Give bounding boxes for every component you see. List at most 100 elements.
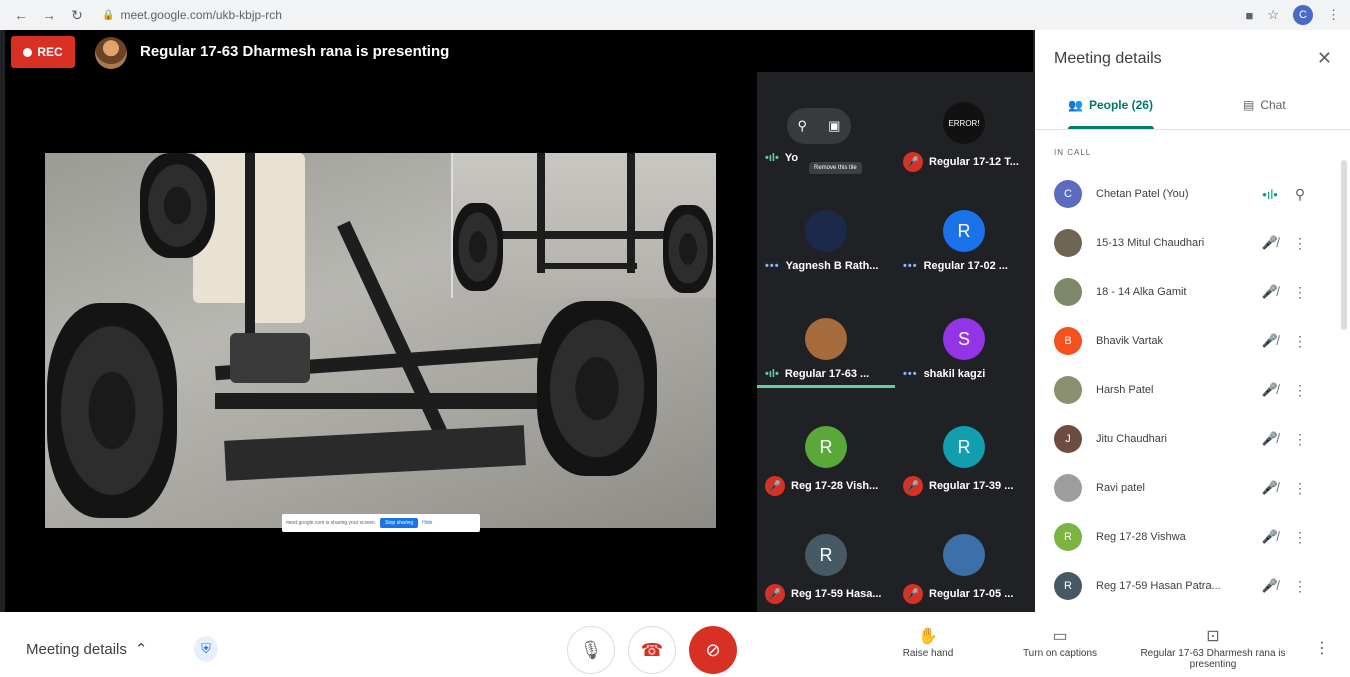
shield-icon[interactable]: ⛨ [194, 636, 218, 662]
audio-dots-icon: ••• [765, 260, 780, 272]
presenting-label: Regular 17-63 Dharmesh rana is presentin… [1140, 648, 1286, 670]
captions-button[interactable]: ▭ Turn on captions [1010, 626, 1110, 659]
mic-off-icon[interactable]: 🎤̸ [1250, 529, 1290, 545]
back-icon[interactable]: ← [10, 4, 32, 26]
mic-off-icon: 🎤 [765, 476, 785, 496]
more-vert-icon[interactable]: ⋮ [1290, 382, 1310, 399]
participant-name: Reg 17-28 Vishwa [1096, 531, 1186, 543]
participant-tile[interactable]: ERROR! 🎤 Regular 17-12 T... [895, 72, 1033, 180]
participant-row[interactable]: C Chetan Patel (You) •ıl• ⚲ [1054, 176, 1334, 212]
camera-indicator-icon[interactable]: ■ [1245, 8, 1253, 23]
chevron-up-icon: ⌃ [134, 641, 148, 658]
participant-tile[interactable]: 🎤 Regular 17-05 ... [895, 504, 1033, 612]
more-vert-icon[interactable]: ⋮ [1290, 529, 1310, 546]
participant-row[interactable]: 15-13 Mitul Chaudhari 🎤̸ ⋮ [1054, 225, 1334, 261]
tile-avatar [805, 318, 847, 360]
hide-banner-button[interactable]: Hide [422, 520, 432, 526]
audio-dots-icon: ••• [903, 368, 918, 380]
leave-call-button[interactable]: ☎ [628, 626, 676, 674]
participant-name: Ravi patel [1096, 482, 1145, 494]
video-tire-back [140, 153, 215, 258]
tile-label: 🎤 Regular 17-39 ... [903, 476, 1029, 496]
mic-off-icon[interactable]: 🎤̸ [1250, 578, 1290, 594]
chat-icon: ▤ [1243, 98, 1255, 112]
pin-icon[interactable]: ⚲ [798, 118, 808, 134]
tile-label: 🎤 Reg 17-59 Hasa... [765, 584, 891, 604]
mic-off-icon: 🎤 [903, 584, 923, 604]
mic-off-icon[interactable]: 🎤̸ [1250, 480, 1290, 496]
presenting-button[interactable]: ⊡ Regular 17-63 Dharmesh rana is present… [1133, 626, 1293, 670]
participant-tile[interactable]: R 🎤 Regular 17-39 ... [895, 396, 1033, 504]
raise-hand-button[interactable]: ✋ Raise hand [888, 626, 968, 659]
participant-row[interactable]: J Jitu Chaudhari 🎤̸ ⋮ [1054, 421, 1334, 457]
presenter-avatar [95, 37, 127, 69]
participant-row[interactable]: R Reg 17-28 Vishwa 🎤̸ ⋮ [1054, 519, 1334, 555]
tile-avatar: R [805, 534, 847, 576]
forward-icon[interactable]: → [38, 4, 60, 26]
reload-icon[interactable]: ↻ [66, 4, 88, 26]
stop-sharing-button[interactable]: Stop sharing [380, 518, 419, 528]
star-icon[interactable]: ☆ [1267, 7, 1279, 23]
meeting-details-button[interactable]: Meeting details ⌃ [26, 640, 148, 659]
participant-avatar: R [1054, 523, 1082, 551]
meeting-details-label: Meeting details [26, 640, 127, 658]
participant-tile[interactable]: ⚲ ▣ Remove this tile •ıl• Yo [757, 72, 895, 180]
mic-off-icon[interactable]: 🎤̸ [1250, 333, 1290, 349]
participant-row[interactable]: Ravi patel 🎤̸ ⋮ [1054, 470, 1334, 506]
participant-tile[interactable]: ••• Yagnesh B Rath... [757, 180, 895, 288]
participant-tile[interactable]: R 🎤 Reg 17-59 Hasa... [757, 504, 895, 612]
more-vert-icon[interactable]: ⋮ [1290, 480, 1310, 497]
more-vert-icon[interactable]: ⋮ [1290, 235, 1310, 252]
mic-off-icon[interactable]: 🎤̸ [1250, 382, 1290, 398]
tile-name: Regular 17-02 ... [923, 260, 1008, 272]
participant-row[interactable]: B Bhavik Vartak 🎤̸ ⋮ [1054, 323, 1334, 359]
more-vert-icon[interactable]: ⋮ [1290, 431, 1310, 448]
tab-chat[interactable]: ▤ Chat [1243, 98, 1286, 112]
tab-people[interactable]: 👥 People (26) [1068, 98, 1153, 112]
participant-avatar [1054, 278, 1082, 306]
panel-title: Meeting details [1054, 50, 1162, 67]
participant-avatar [1054, 229, 1082, 257]
participant-tile[interactable]: R 🎤 Reg 17-28 Vish... [757, 396, 895, 504]
tile-label: •ıl• Regular 17-63 ... [765, 368, 891, 380]
participant-row[interactable]: Harsh Patel 🎤̸ ⋮ [1054, 372, 1334, 408]
tab-people-label: People (26) [1088, 98, 1153, 112]
mic-off-icon[interactable]: 🎤̸ [1250, 284, 1290, 300]
tile-hover-controls: ⚲ ▣ [787, 108, 851, 144]
tab-chat-label: Chat [1260, 98, 1286, 112]
camera-off-button[interactable]: ⊘ [689, 626, 737, 674]
more-vert-icon[interactable]: ⋮ [1290, 284, 1310, 301]
participant-tile[interactable]: •ıl• Regular 17-63 ... [757, 288, 895, 396]
more-vert-icon[interactable]: ⋮ [1290, 578, 1310, 595]
remove-tile-icon[interactable]: ▣ [828, 118, 840, 134]
participant-row[interactable]: R Reg 17-59 Hasan Patra... 🎤̸ ⋮ [1054, 568, 1334, 604]
participant-row[interactable]: 18 - 14 Alka Gamit 🎤̸ ⋮ [1054, 274, 1334, 310]
participant-name: Jitu Chaudhari [1096, 433, 1167, 445]
hang-up-icon: ☎ [640, 639, 664, 660]
call-controls-bar: Meeting details ⌃ ⛨ 🎙 ☎ ⊘ ✋ Raise hand ▭… [0, 612, 1350, 677]
mic-off-icon: 🎤 [903, 152, 923, 172]
pip-tire-left [453, 203, 503, 291]
participant-name: 15-13 Mitul Chaudhari [1096, 237, 1205, 249]
mic-off-icon[interactable]: 🎤̸ [1250, 235, 1290, 251]
profile-avatar[interactable]: C [1293, 5, 1313, 25]
pip-video [451, 153, 716, 298]
panel-scrollbar[interactable] [1341, 160, 1347, 330]
pin-icon[interactable]: ⚲ [1290, 186, 1310, 203]
close-icon[interactable]: ✕ [1317, 48, 1332, 69]
address-bar[interactable]: 🔒 meet.google.com/ukb-kbjp-rch [102, 8, 282, 22]
speaking-icon: •ıl• [765, 368, 779, 380]
speaking-icon[interactable]: •ıl• [1250, 187, 1290, 202]
more-vert-icon[interactable]: ⋮ [1290, 333, 1310, 350]
more-options-icon[interactable]: ⋮ [1314, 638, 1330, 658]
microphone-button[interactable]: 🎙 [567, 626, 615, 674]
raise-hand-label: Raise hand [902, 648, 954, 659]
mic-off-icon[interactable]: 🎤̸ [1250, 431, 1290, 447]
tile-label: ••• Regular 17-02 ... [903, 260, 1029, 272]
browser-menu-icon[interactable]: ⋮ [1327, 7, 1340, 23]
participant-tile[interactable]: R ••• Regular 17-02 ... [895, 180, 1033, 288]
tile-label: ••• Yagnesh B Rath... [765, 260, 891, 272]
share-banner-text: meet.google.com is sharing your screen. [286, 520, 377, 526]
participant-tile[interactable]: S ••• shakil kagzi [895, 288, 1033, 396]
record-dot-icon [23, 47, 33, 57]
